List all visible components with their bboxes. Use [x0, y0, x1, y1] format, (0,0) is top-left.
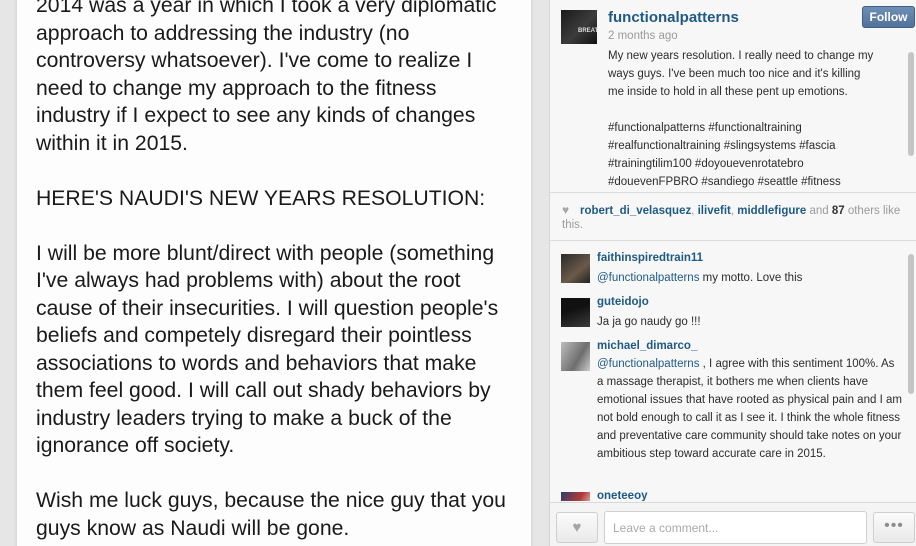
likes-count[interactable]: 87 — [832, 205, 845, 217]
avatar[interactable] — [561, 254, 590, 283]
comments-scrollbar[interactable] — [907, 244, 915, 496]
like-button[interactable]: ♥ — [556, 512, 598, 543]
photo-paragraph: HERE'S NAUDI'S NEW YEARS RESOLUTION: — [36, 186, 486, 210]
avatar[interactable] — [561, 298, 590, 327]
avatar[interactable] — [561, 10, 597, 44]
comment-username[interactable]: guteidojo — [597, 296, 649, 308]
comment-bar: ♥ ••• — [550, 502, 916, 546]
avatar[interactable] — [561, 342, 590, 371]
post-caption: My new years resolution. I really need t… — [608, 47, 900, 189]
post-username[interactable]: functionalpatterns — [608, 9, 739, 26]
comment-username[interactable]: faithinspiredtrain11 — [597, 252, 703, 264]
comments-list: faithinspiredtrain11 @functionalpatterns… — [550, 248, 910, 501]
comment-item: oneteeoy — [550, 486, 910, 501]
comment-username[interactable]: oneteeoy — [597, 490, 648, 501]
caption-hashtags[interactable]: #trainingtilim100 #doyouevenrotatebro — [608, 155, 900, 173]
comment-username[interactable]: michael_dimarco_ — [597, 340, 697, 352]
post-sidebar: functionalpatterns 2 months ago Follow M… — [549, 0, 916, 546]
photo-paragraph: Wish me luck guys, because the nice guy … — [36, 489, 506, 540]
caption-hashtags[interactable]: #functionalpatterns #functionaltraining — [608, 119, 900, 137]
post-timestamp: 2 months ago — [608, 30, 678, 42]
comment-item: michael_dimarco_ @functionalpatterns , I… — [550, 336, 910, 492]
caption-line: me inside to hold in all these pent up e… — [608, 86, 848, 98]
photo-text: 2014 was a year in which I took a very d… — [36, 0, 526, 542]
photo-paragraph: I will be more blunt/direct with people … — [36, 241, 499, 458]
avatar[interactable] — [561, 492, 590, 501]
comment-mention[interactable]: @functionalpatterns — [597, 358, 699, 370]
post-photo: 2014 was a year in which I took a very d… — [0, 0, 549, 546]
divider — [550, 192, 916, 193]
follow-button[interactable]: Follow — [862, 6, 915, 28]
liker-link[interactable]: ilivefit — [698, 205, 731, 217]
caption-hashtags[interactable]: #realfunctionaltraining #slingsystems #f… — [608, 137, 900, 155]
caption-line: ways guys. I've been much too nice and i… — [608, 68, 861, 80]
caption-hashtags[interactable]: #doueven​FPBRO #sandiego #seattle #fitne… — [608, 173, 900, 189]
comment-item: guteidojo Ja ja go naudy go !!! — [550, 292, 910, 334]
liker-link[interactable]: robert_di_velasquez — [580, 205, 691, 217]
comment-text: @functionalpatterns , I agree with this … — [597, 358, 902, 460]
caption-scrollbar[interactable] — [907, 40, 915, 190]
comment-input[interactable] — [604, 511, 867, 544]
likes-and: and — [809, 205, 829, 217]
more-options-button[interactable]: ••• — [873, 512, 915, 543]
heart-icon: ♥ — [572, 519, 582, 536]
heart-icon: ♥ — [562, 203, 570, 217]
liker-link[interactable]: middlefigure — [737, 205, 806, 217]
likes-summary: ♥ robert_di_velasquez, ilivefit, middlefi… — [562, 203, 901, 231]
comment-text: @functionalpatterns my motto. Love this — [597, 272, 803, 284]
comment-item: faithinspiredtrain11 @functionalpatterns… — [550, 248, 910, 290]
divider — [550, 240, 916, 241]
comment-mention[interactable]: @functionalpatterns — [597, 272, 699, 284]
caption-scrollbar-thumb[interactable] — [908, 52, 914, 156]
caption-line: My new years resolution. I really need t… — [608, 50, 874, 62]
comment-text: Ja ja go naudy go !!! — [597, 316, 701, 328]
comments-scrollbar-thumb[interactable] — [908, 254, 914, 394]
photo-paragraph: 2014 was a year in which I took a very d… — [36, 0, 497, 155]
